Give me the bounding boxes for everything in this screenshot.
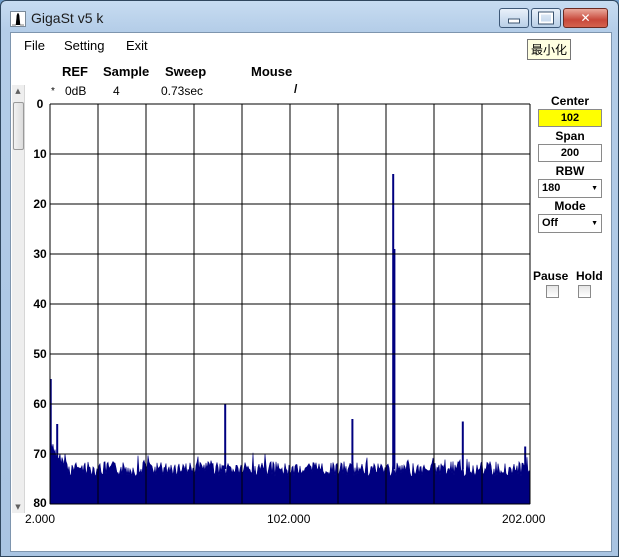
y-tick-label: 50 <box>33 347 47 361</box>
ref-header: REF <box>62 64 88 79</box>
mode-select[interactable]: Off ▼ <box>538 214 602 233</box>
chevron-down-icon[interactable]: ▼ <box>591 180 598 197</box>
y-tick-label: 20 <box>33 197 47 211</box>
menu-file[interactable]: File <box>24 38 45 53</box>
rbw-select[interactable]: 180 ▼ <box>538 179 602 198</box>
scroll-thumb[interactable] <box>13 102 24 150</box>
x-tick-label: 102.000 <box>267 512 311 526</box>
sample-value: 4 <box>113 84 120 98</box>
mode-label: Mode <box>554 199 586 213</box>
y-tick-label: 10 <box>33 147 47 161</box>
pause-label: Pause <box>533 269 569 283</box>
center-field[interactable]: 102 <box>538 109 602 127</box>
minimize-button[interactable] <box>499 8 529 28</box>
menu-exit[interactable]: Exit <box>126 38 148 53</box>
window-title: GigaSt v5 k <box>31 10 104 26</box>
y-tick-label: 70 <box>33 447 47 461</box>
pause-checkbox[interactable] <box>546 285 559 298</box>
maximize-button[interactable] <box>531 8 561 28</box>
sweep-value: 0.73sec <box>161 84 204 98</box>
scroll-up-icon[interactable]: ▲ <box>12 85 24 97</box>
y-tick-label: 0 <box>36 97 44 111</box>
x-tick-label: 2.000 <box>25 512 56 526</box>
sample-header: Sample <box>103 64 150 79</box>
grid-layer <box>49 103 531 505</box>
scroll-down-icon[interactable]: ▼ <box>12 501 24 513</box>
hold-checkbox[interactable] <box>578 285 591 298</box>
app-window: GigaSt v5 k ✕ 最小化 File Setting Exit REF … <box>0 0 619 557</box>
sweep-header: Sweep <box>165 64 207 79</box>
title-bar[interactable]: GigaSt v5 k ✕ <box>1 1 618 33</box>
y-tick-label: 60 <box>33 397 47 411</box>
span-label: Span <box>555 129 585 143</box>
mouse-value: / <box>294 82 298 96</box>
window-controls: ✕ <box>497 8 608 28</box>
hold-label: Hold <box>576 269 603 283</box>
y-tick-label: 30 <box>33 247 47 261</box>
center-label: Center <box>550 94 589 108</box>
mode-value: Off <box>542 217 558 229</box>
app-icon[interactable] <box>10 11 26 27</box>
minimize-icon <box>508 18 520 24</box>
vertical-scrollbar[interactable]: ▲ ▼ <box>12 85 25 513</box>
chevron-down-icon[interactable]: ▼ <box>591 215 598 232</box>
close-button[interactable]: ✕ <box>563 8 608 28</box>
spectrum-plot[interactable] <box>49 103 531 505</box>
mouse-header: Mouse <box>251 64 293 79</box>
span-field[interactable]: 200 <box>538 144 602 162</box>
ref-marker: * <box>51 86 55 97</box>
menu-bar: File Setting Exit <box>11 33 611 57</box>
ref-value: 0dB <box>65 84 87 98</box>
x-tick-label: 202.000 <box>502 512 546 526</box>
y-tick-label: 40 <box>33 297 47 311</box>
close-icon: ✕ <box>580 11 591 25</box>
rbw-label: RBW <box>555 164 585 178</box>
y-tick-label: 80 <box>33 496 47 510</box>
menu-setting[interactable]: Setting <box>64 38 104 53</box>
rbw-value: 180 <box>542 182 561 194</box>
maximize-icon <box>539 12 553 24</box>
client-area: File Setting Exit REF Sample Sweep Mouse… <box>10 32 612 552</box>
minimize-tooltip: 最小化 <box>527 39 572 60</box>
